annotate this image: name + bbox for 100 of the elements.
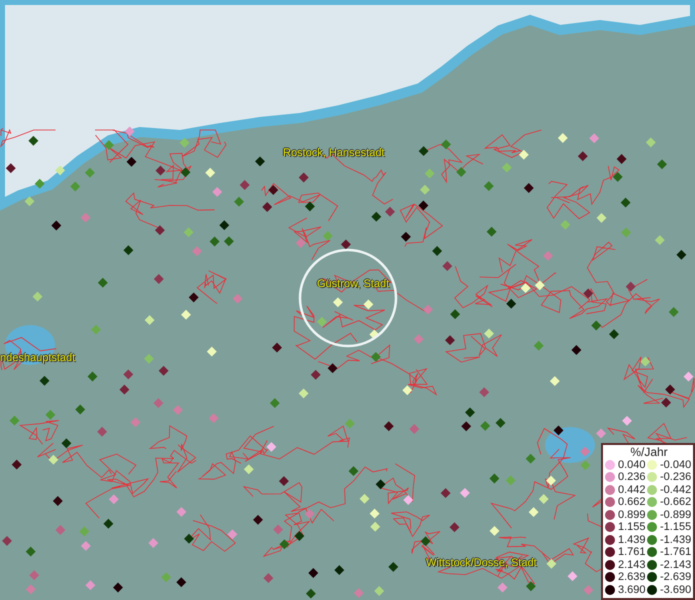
legend-value: 2.143 <box>618 558 646 571</box>
legend-value: -0.040 <box>660 458 692 471</box>
map-marker <box>48 454 58 465</box>
map-marker <box>180 138 190 148</box>
map-marker <box>490 526 500 536</box>
map-marker <box>55 525 66 535</box>
map-marker <box>348 466 358 476</box>
legend-value: 0.662 <box>618 496 646 508</box>
legend-value: -0.662 <box>660 496 692 508</box>
map-marker <box>370 352 381 362</box>
map-marker <box>210 236 220 246</box>
map-marker <box>334 565 344 576</box>
map-marker <box>332 297 343 308</box>
map-marker <box>304 201 315 212</box>
map-marker <box>208 413 219 424</box>
map-marker <box>176 506 186 517</box>
map-marker <box>460 488 470 498</box>
map-marker <box>354 588 364 598</box>
map-marker <box>232 294 243 304</box>
map-marker <box>255 156 265 166</box>
map-marker <box>296 238 306 248</box>
map-marker <box>360 494 370 504</box>
map-marker <box>528 507 539 518</box>
map-marker <box>310 370 321 380</box>
map-marker <box>589 133 600 144</box>
map-marker <box>385 206 395 217</box>
map-marker <box>450 309 460 320</box>
map-marker <box>422 304 433 315</box>
legend-value: -0.236 <box>660 471 692 484</box>
map-marker <box>181 310 191 320</box>
map-marker <box>578 151 588 162</box>
map-marker <box>518 150 529 160</box>
legend-value: 2.639 <box>618 571 646 584</box>
map-marker <box>270 398 280 408</box>
map-marker <box>369 330 380 340</box>
map-marker <box>156 166 166 176</box>
map-marker <box>461 421 472 432</box>
map-marker <box>328 363 338 374</box>
map-marker <box>28 136 38 146</box>
map-marker <box>640 356 650 367</box>
map-marker <box>205 168 216 178</box>
map-marker <box>103 518 114 529</box>
map-marker <box>376 479 386 490</box>
map-marker <box>184 534 194 544</box>
map-marker <box>88 372 98 382</box>
legend-value: 1.155 <box>618 521 646 534</box>
map-marker <box>654 235 665 246</box>
map-marker <box>130 417 140 428</box>
lake-area <box>545 427 595 463</box>
map-marker <box>148 538 158 548</box>
legend-title: %/Jahr <box>629 446 669 458</box>
map-marker <box>520 283 531 294</box>
map-marker <box>188 292 199 302</box>
map-marker <box>418 200 428 210</box>
map-marker <box>29 570 40 580</box>
legend-value: 0.899 <box>618 508 646 521</box>
map-marker <box>322 231 333 241</box>
map-marker <box>418 146 429 156</box>
map-marker <box>6 163 16 174</box>
legend-value: 3.690 <box>618 584 646 596</box>
legend-value: -3.690 <box>660 584 692 596</box>
map-marker <box>583 585 594 596</box>
map-marker <box>108 494 119 504</box>
map-marker <box>161 572 172 582</box>
map-marker <box>2 536 12 546</box>
place-label: Rostock, Hansestadt <box>283 147 384 160</box>
map-marker <box>340 239 351 250</box>
map-marker <box>97 426 108 437</box>
map-marker <box>253 514 263 525</box>
map-marker <box>26 546 36 557</box>
legend-value: -1.761 <box>660 546 692 558</box>
map-marker <box>45 410 56 420</box>
map-marker <box>184 227 194 238</box>
map-marker <box>316 316 327 327</box>
map-marker <box>172 405 183 415</box>
map-marker <box>266 442 276 452</box>
map-marker <box>158 366 169 376</box>
map-marker <box>26 584 36 594</box>
map-marker <box>75 404 86 414</box>
map-marker <box>440 488 451 498</box>
map-marker <box>571 345 582 355</box>
map-marker <box>306 588 316 599</box>
map-marker <box>244 464 254 474</box>
map-marker <box>665 384 676 394</box>
map-marker <box>480 420 490 431</box>
map-marker <box>34 178 45 189</box>
map-marker <box>227 529 238 540</box>
map-marker <box>646 137 656 148</box>
map-marker <box>40 376 50 386</box>
map-marker <box>374 586 384 596</box>
map-marker <box>70 182 80 192</box>
map-marker <box>465 407 475 418</box>
map-marker <box>442 261 452 272</box>
map-marker <box>524 183 534 193</box>
map-marker <box>206 346 217 357</box>
map-marker <box>526 581 536 592</box>
map-marker <box>450 522 460 532</box>
map-marker <box>591 320 602 330</box>
map-marker <box>51 220 62 230</box>
map-marker <box>32 292 42 302</box>
